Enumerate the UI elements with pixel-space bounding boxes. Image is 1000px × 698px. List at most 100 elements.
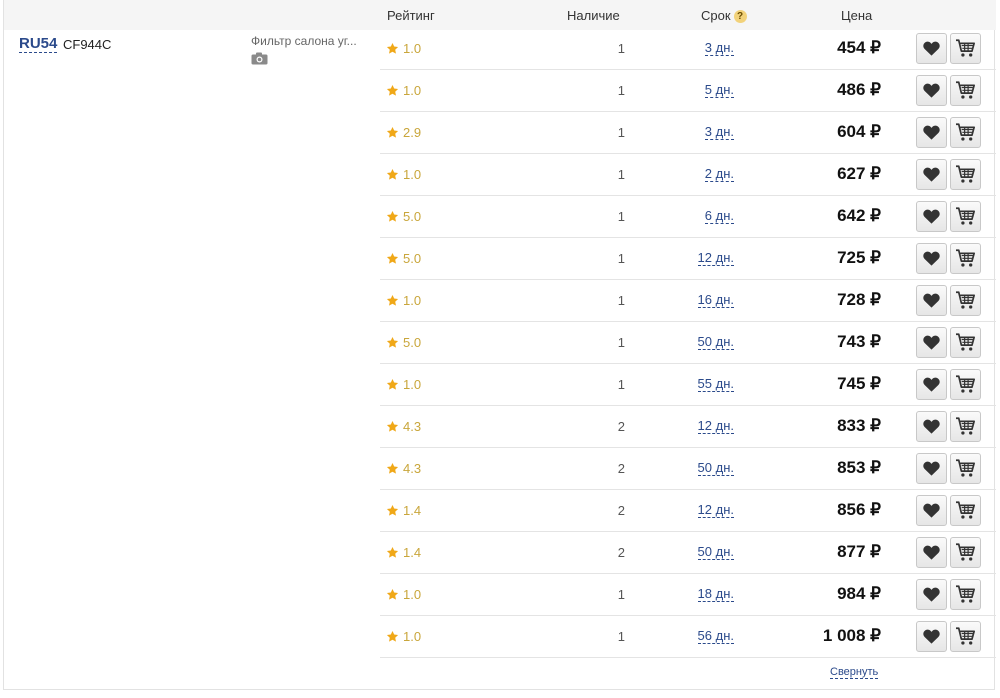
add-to-cart-button[interactable] xyxy=(950,537,981,568)
rating-value: 5.0 xyxy=(403,251,422,266)
favorite-button[interactable] xyxy=(916,75,947,106)
delivery-term-link[interactable]: 2 дн. xyxy=(704,167,734,182)
favorite-button[interactable] xyxy=(916,243,947,274)
rating-value: 5.0 xyxy=(403,335,422,350)
star-icon xyxy=(386,126,399,138)
rating-value: 1.0 xyxy=(403,83,422,98)
star-icon xyxy=(386,252,399,264)
header-stock: Наличие xyxy=(567,8,620,23)
brand-link[interactable]: RU54 xyxy=(19,35,58,53)
favorite-button[interactable] xyxy=(916,453,947,484)
price: 743 ₽ xyxy=(837,332,881,351)
add-to-cart-button[interactable] xyxy=(950,285,981,316)
cart-icon xyxy=(956,291,975,309)
delivery-term-link[interactable]: 56 дн. xyxy=(697,629,734,644)
price: 604 ₽ xyxy=(837,122,881,141)
rating: 1.4 xyxy=(386,545,421,560)
collapse-link[interactable]: Свернуть xyxy=(830,666,879,679)
delivery-term-link[interactable]: 50 дн. xyxy=(697,461,734,476)
delivery-term-link[interactable]: 3 дн. xyxy=(704,41,734,56)
favorite-button[interactable] xyxy=(916,285,947,316)
heart-icon xyxy=(923,293,940,308)
add-to-cart-button[interactable] xyxy=(950,75,981,106)
add-to-cart-button[interactable] xyxy=(950,453,981,484)
favorite-button[interactable] xyxy=(916,327,947,358)
favorite-button[interactable] xyxy=(916,411,947,442)
delivery-term-link[interactable]: 12 дн. xyxy=(697,419,734,434)
cart-icon xyxy=(956,39,975,57)
rating-value: 4.3 xyxy=(403,461,422,476)
add-to-cart-button[interactable] xyxy=(950,495,981,526)
add-to-cart-button[interactable] xyxy=(950,117,981,148)
offer-row: 5.0 1 6 дн. 642 ₽ xyxy=(380,196,996,238)
product-description[interactable]: Фильтр салона уг... xyxy=(251,34,366,48)
rating-value: 1.0 xyxy=(403,167,422,182)
help-icon[interactable]: ? xyxy=(733,10,747,23)
price: 745 ₽ xyxy=(837,374,881,393)
table-header: Рейтинг Наличие Срок? Цена xyxy=(4,0,996,30)
add-to-cart-button[interactable] xyxy=(950,621,981,652)
delivery-term-link[interactable]: 18 дн. xyxy=(697,587,734,602)
star-icon xyxy=(386,378,399,390)
rating: 4.3 xyxy=(386,419,421,434)
favorite-button[interactable] xyxy=(916,579,947,610)
add-to-cart-button[interactable] xyxy=(950,201,981,232)
rating-value: 1.0 xyxy=(403,41,422,56)
add-to-cart-button[interactable] xyxy=(950,579,981,610)
rating: 5.0 xyxy=(386,209,421,224)
favorite-button[interactable] xyxy=(916,369,947,400)
add-to-cart-button[interactable] xyxy=(950,411,981,442)
star-icon xyxy=(386,210,399,222)
add-to-cart-button[interactable] xyxy=(950,159,981,190)
add-to-cart-button[interactable] xyxy=(950,33,981,64)
favorite-button[interactable] xyxy=(916,621,947,652)
delivery-term-link[interactable]: 55 дн. xyxy=(697,377,734,392)
delivery-term-link[interactable]: 16 дн. xyxy=(697,293,734,308)
stock-count: 1 xyxy=(617,41,625,56)
heart-icon xyxy=(923,419,940,434)
delivery-term-link[interactable]: 12 дн. xyxy=(697,251,734,266)
favorite-button[interactable] xyxy=(916,201,947,232)
stock-count: 1 xyxy=(617,83,625,98)
delivery-term-link[interactable]: 12 дн. xyxy=(697,503,734,518)
favorite-button[interactable] xyxy=(916,117,947,148)
rating-value: 1.0 xyxy=(403,377,422,392)
heart-icon xyxy=(923,209,940,224)
favorite-button[interactable] xyxy=(916,33,947,64)
heart-icon xyxy=(923,503,940,518)
favorite-button[interactable] xyxy=(916,495,947,526)
heart-icon xyxy=(923,587,940,602)
stock-count: 2 xyxy=(617,419,625,434)
stock-count: 1 xyxy=(617,167,625,182)
price: 877 ₽ xyxy=(837,542,881,561)
delivery-term-link[interactable]: 50 дн. xyxy=(697,545,734,560)
cart-icon xyxy=(956,501,975,519)
add-to-cart-button[interactable] xyxy=(950,327,981,358)
price: 833 ₽ xyxy=(837,416,881,435)
heart-icon xyxy=(923,545,940,560)
star-icon xyxy=(386,546,399,558)
heart-icon xyxy=(923,377,940,392)
rating: 1.0 xyxy=(386,167,421,182)
stock-count: 1 xyxy=(617,125,625,140)
add-to-cart-button[interactable] xyxy=(950,369,981,400)
offer-row: 1.0 1 5 дн. 486 ₽ xyxy=(380,70,996,112)
delivery-term-link[interactable]: 50 дн. xyxy=(697,335,734,350)
stock-count: 1 xyxy=(617,293,625,308)
favorite-button[interactable] xyxy=(916,159,947,190)
offer-row: 1.4 2 12 дн. 856 ₽ xyxy=(380,490,996,532)
delivery-term-link[interactable]: 3 дн. xyxy=(704,125,734,140)
camera-icon[interactable] xyxy=(251,52,268,65)
delivery-term-link[interactable]: 5 дн. xyxy=(704,83,734,98)
star-icon xyxy=(386,630,399,642)
delivery-term-link[interactable]: 6 дн. xyxy=(704,209,734,224)
star-icon xyxy=(386,504,399,516)
star-icon xyxy=(386,168,399,180)
header-rating: Рейтинг xyxy=(387,8,435,23)
star-icon xyxy=(386,462,399,474)
add-to-cart-button[interactable] xyxy=(950,243,981,274)
heart-icon xyxy=(923,251,940,266)
star-icon xyxy=(386,294,399,306)
favorite-button[interactable] xyxy=(916,537,947,568)
rating: 1.0 xyxy=(386,377,421,392)
